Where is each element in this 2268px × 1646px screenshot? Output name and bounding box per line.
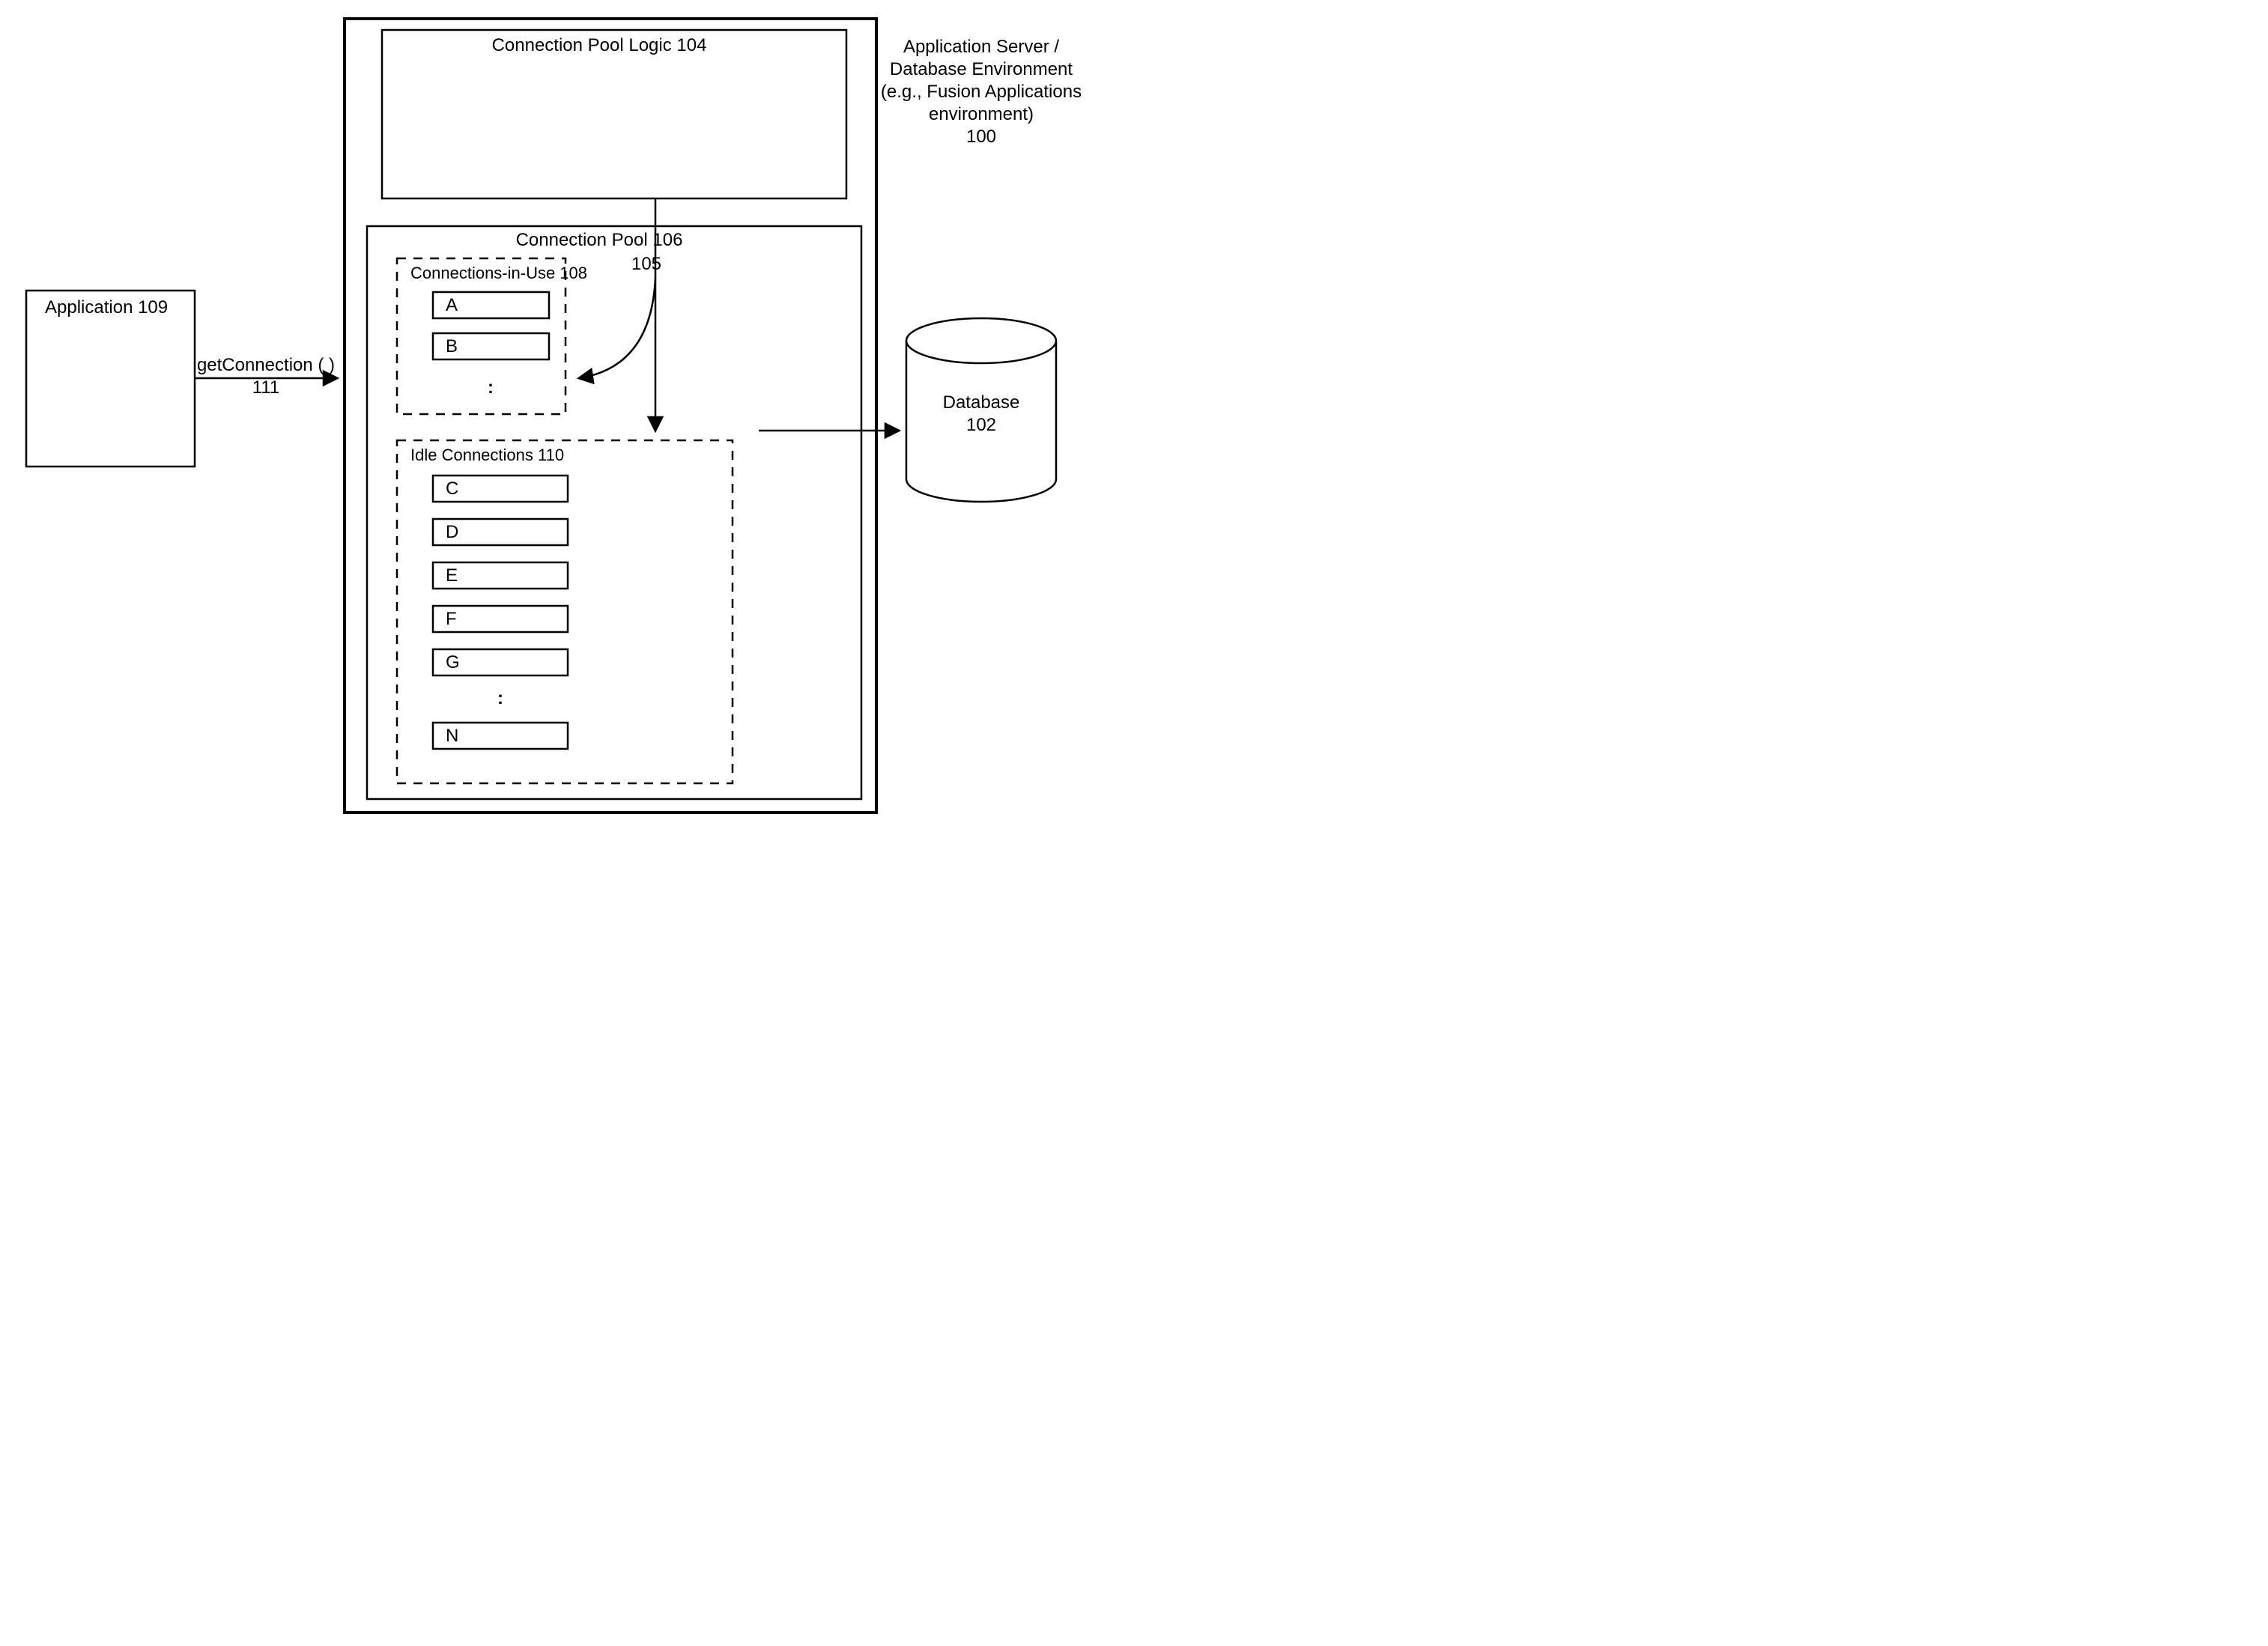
arrow-105-curve (579, 277, 655, 378)
connections-in-use-ellipsis: : (488, 377, 494, 398)
connection-f-label: F (446, 609, 457, 629)
getconnection-num: 111 (252, 377, 279, 398)
environment-label-1: Application Server / (903, 37, 1059, 57)
connection-g-label: G (446, 652, 460, 672)
connection-n-label: N (446, 726, 458, 746)
idle-connections-label: Idle Connections 110 (410, 446, 564, 464)
getconnection-label: getConnection ( ) (197, 355, 335, 375)
environment-label-2: Database Environment (890, 59, 1073, 79)
pool-logic-label: Connection Pool Logic 104 (492, 35, 707, 55)
environment-label-4: environment) (929, 104, 1034, 124)
connections-in-use-label: Connections-in-Use 108 (410, 264, 587, 282)
connection-b-label: B (446, 336, 458, 356)
environment-container (345, 19, 876, 813)
diagram-root: Application Server / Database Environmen… (0, 0, 1134, 823)
database-num: 102 (966, 415, 996, 435)
application-label: Application 109 (45, 297, 168, 318)
pool-box (367, 226, 861, 799)
connection-a-label: A (446, 295, 458, 315)
connection-c-label: C (446, 479, 458, 499)
connection-d-label: D (446, 522, 458, 542)
idle-ellipsis: : (497, 688, 503, 708)
environment-label-5: 100 (966, 127, 996, 147)
database-label: Database (943, 392, 1020, 413)
connection-e-label: E (446, 565, 458, 586)
environment-label-3: (e.g., Fusion Applications (881, 82, 1082, 102)
arrow-105-label: 105 (631, 254, 661, 274)
pool-label: Connection Pool 106 (516, 230, 683, 250)
